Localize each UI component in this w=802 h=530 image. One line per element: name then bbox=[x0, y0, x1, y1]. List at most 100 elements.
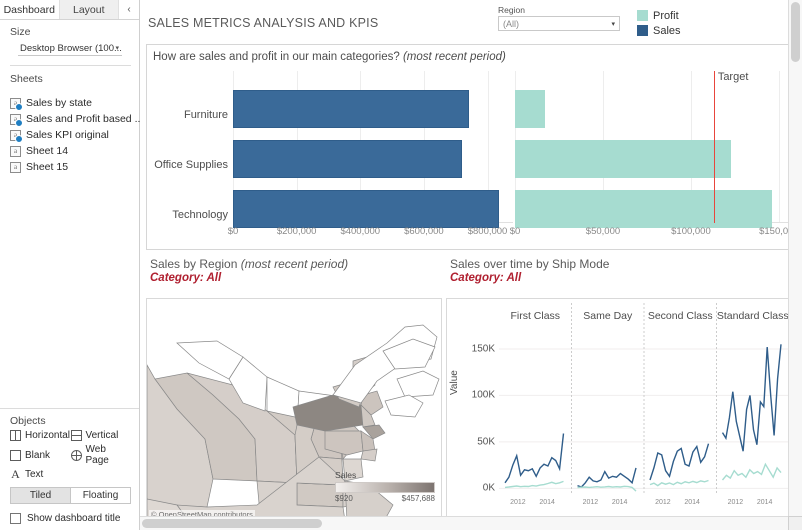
floating-button[interactable]: Floating bbox=[71, 487, 131, 504]
line-series-sales-first-class[interactable] bbox=[505, 434, 564, 483]
bar-sales-furniture[interactable] bbox=[233, 90, 469, 128]
bar-sales-office-supplies[interactable] bbox=[233, 140, 462, 178]
x-axis-tick: 2014 bbox=[539, 499, 555, 506]
sales-plot-area: $0$200,000$400,000$600,000$800,000 bbox=[233, 71, 513, 223]
tab-layout[interactable]: Layout bbox=[60, 0, 120, 19]
color-legend: Profit Sales bbox=[637, 8, 681, 38]
page-title: SALES METRICS ANALYSIS AND KPIS bbox=[148, 16, 378, 30]
y-axis-tick: 100K bbox=[472, 390, 495, 401]
object-vertical[interactable]: Vertical bbox=[71, 430, 132, 441]
show-dashboard-title-row[interactable]: Show dashboard title bbox=[10, 513, 131, 524]
bar-chart-title: How are sales and profit in our main cat… bbox=[153, 51, 506, 63]
tableau-dashboard-window: Dashboard Layout ‹ Size Desktop Browser … bbox=[0, 0, 802, 530]
axis-tick-label: $0 bbox=[510, 226, 521, 237]
map-viewport[interactable]: Sales $920 $457,688 © OpenStreetMap cont… bbox=[146, 298, 442, 522]
region-filter-value: (All) bbox=[503, 19, 519, 29]
y-axis-tick: 50K bbox=[477, 436, 495, 447]
x-axis-tick: 2014 bbox=[757, 499, 773, 506]
web-page-icon bbox=[71, 450, 82, 461]
map-panel-title: Sales by Region (most recent period) bbox=[146, 254, 442, 271]
line-series-sales-second-class[interactable] bbox=[650, 444, 709, 480]
map-legend-min: $920 bbox=[335, 494, 353, 503]
legend-item-profit[interactable]: Profit bbox=[637, 8, 681, 23]
object-label: Vertical bbox=[86, 430, 119, 441]
list-item[interactable]: a Sheet 14 bbox=[10, 143, 139, 159]
x-axis-tick: 2014 bbox=[684, 499, 700, 506]
bar-sales-technology[interactable] bbox=[233, 190, 499, 228]
horizontal-scrollbar[interactable] bbox=[140, 516, 788, 530]
y-axis-tick: 150K bbox=[472, 343, 495, 354]
legend-swatch-sales bbox=[637, 25, 648, 36]
axis-tick-label: $600,000 bbox=[404, 226, 444, 237]
line-series-sales-standard-class[interactable] bbox=[723, 344, 782, 451]
axis-tick-label: $400,000 bbox=[340, 226, 380, 237]
vertical-container-icon bbox=[71, 430, 82, 441]
facet-header-first-class: First Class bbox=[499, 299, 572, 333]
x-axis-tick: 2014 bbox=[612, 499, 628, 506]
target-reference-label: Target bbox=[718, 71, 749, 83]
legend-label-sales: Sales bbox=[653, 25, 681, 37]
map-color-legend: Sales $920 $457,688 bbox=[335, 470, 435, 503]
vertical-scroll-thumb[interactable] bbox=[791, 2, 800, 62]
panel-divider-2 bbox=[0, 408, 139, 409]
bar-profit-office-supplies[interactable] bbox=[515, 140, 731, 178]
line-series-profit-second-class[interactable] bbox=[650, 481, 709, 486]
worksheet-icon: a bbox=[10, 146, 21, 157]
tab-dashboard[interactable]: Dashboard bbox=[0, 0, 60, 19]
map-legend-labels: $920 $457,688 bbox=[335, 494, 435, 503]
category-label-furniture: Furniture bbox=[184, 109, 228, 121]
legend-item-sales[interactable]: Sales bbox=[637, 23, 681, 38]
region-filter-dropdown[interactable]: (All) ▾ bbox=[498, 16, 620, 31]
dashboard-side-panel: Dashboard Layout ‹ Size Desktop Browser … bbox=[0, 0, 140, 530]
axis-tick-row: $0$200,000$400,000$600,000$800,000 bbox=[233, 224, 513, 240]
facet-header-standard-class: Standard Class bbox=[717, 299, 790, 333]
list-item[interactable]: a Sales and Profit based ... bbox=[10, 111, 139, 127]
region-filter-label: Region bbox=[498, 5, 620, 15]
line-series-profit-first-class[interactable] bbox=[505, 481, 564, 487]
legend-label-profit: Profit bbox=[653, 10, 679, 22]
facet-header-second-class: Second Class bbox=[644, 299, 717, 333]
objects-grid: Horizontal Vertical Blank Web Page A Tex… bbox=[10, 430, 131, 480]
x-axis-tick: 2012 bbox=[655, 499, 671, 506]
line-series-profit-standard-class[interactable] bbox=[723, 464, 782, 480]
facet-header-same-day: Same Day bbox=[572, 299, 645, 333]
worksheet-icon: a bbox=[10, 162, 21, 173]
line-panel-title: Sales over time by Ship Mode bbox=[446, 254, 796, 271]
y-axis-tick: 0K bbox=[483, 483, 495, 494]
list-item[interactable]: a Sales by state bbox=[10, 95, 139, 111]
map-color-ramp bbox=[335, 482, 435, 493]
collapse-panel-icon[interactable]: ‹ bbox=[119, 0, 139, 19]
sheet-label: Sales and Profit based ... bbox=[26, 113, 143, 125]
map-legend-title: Sales bbox=[335, 470, 435, 480]
list-item[interactable]: a Sales KPI original bbox=[10, 127, 139, 143]
sheets-list: a Sales by state a Sales and Profit base… bbox=[0, 95, 139, 175]
map-legend-max: $457,688 bbox=[402, 494, 435, 503]
dashboard-header: SALES METRICS ANALYSIS AND KPIS Region (… bbox=[140, 0, 802, 44]
category-label-office-supplies: Office Supplies bbox=[154, 159, 228, 171]
sheet-label: Sheet 14 bbox=[26, 145, 68, 157]
bar-profit-technology[interactable] bbox=[515, 190, 772, 228]
worksheet-icon: a bbox=[10, 130, 21, 141]
vertical-scrollbar[interactable] bbox=[788, 0, 802, 516]
line-panel-subtitle: Category: All bbox=[446, 271, 796, 286]
line-series-sales-same-day[interactable] bbox=[578, 468, 637, 487]
object-blank[interactable]: Blank bbox=[10, 444, 71, 466]
horizontal-scroll-thumb[interactable] bbox=[142, 519, 322, 528]
sheets-section-title: Sheets bbox=[10, 73, 131, 85]
list-item[interactable]: a Sheet 15 bbox=[10, 159, 139, 175]
tiled-button[interactable]: Tiled bbox=[10, 487, 71, 504]
show-dashboard-title-checkbox[interactable] bbox=[10, 513, 21, 524]
object-horizontal[interactable]: Horizontal bbox=[10, 430, 71, 441]
size-dropdown[interactable]: Desktop Browser (100... ▾ bbox=[18, 41, 122, 56]
object-web-page[interactable]: Web Page bbox=[71, 444, 132, 466]
tiled-floating-toggle: Tiled Floating bbox=[10, 487, 131, 504]
dashboard-canvas: SALES METRICS ANALYSIS AND KPIS Region (… bbox=[140, 0, 802, 530]
object-text[interactable]: A Text bbox=[10, 469, 71, 480]
bar-chart-title-suffix: (most recent period) bbox=[403, 51, 506, 63]
x-axis-tick: 2012 bbox=[510, 499, 526, 506]
worksheet-icon: a bbox=[10, 114, 21, 125]
sheet-label: Sales KPI original bbox=[26, 129, 109, 141]
bar-profit-furniture[interactable] bbox=[515, 90, 545, 128]
category-label-technology: Technology bbox=[172, 209, 228, 221]
line-chart-viewport[interactable]: Value First ClassSame DaySecond ClassSta… bbox=[446, 298, 794, 522]
